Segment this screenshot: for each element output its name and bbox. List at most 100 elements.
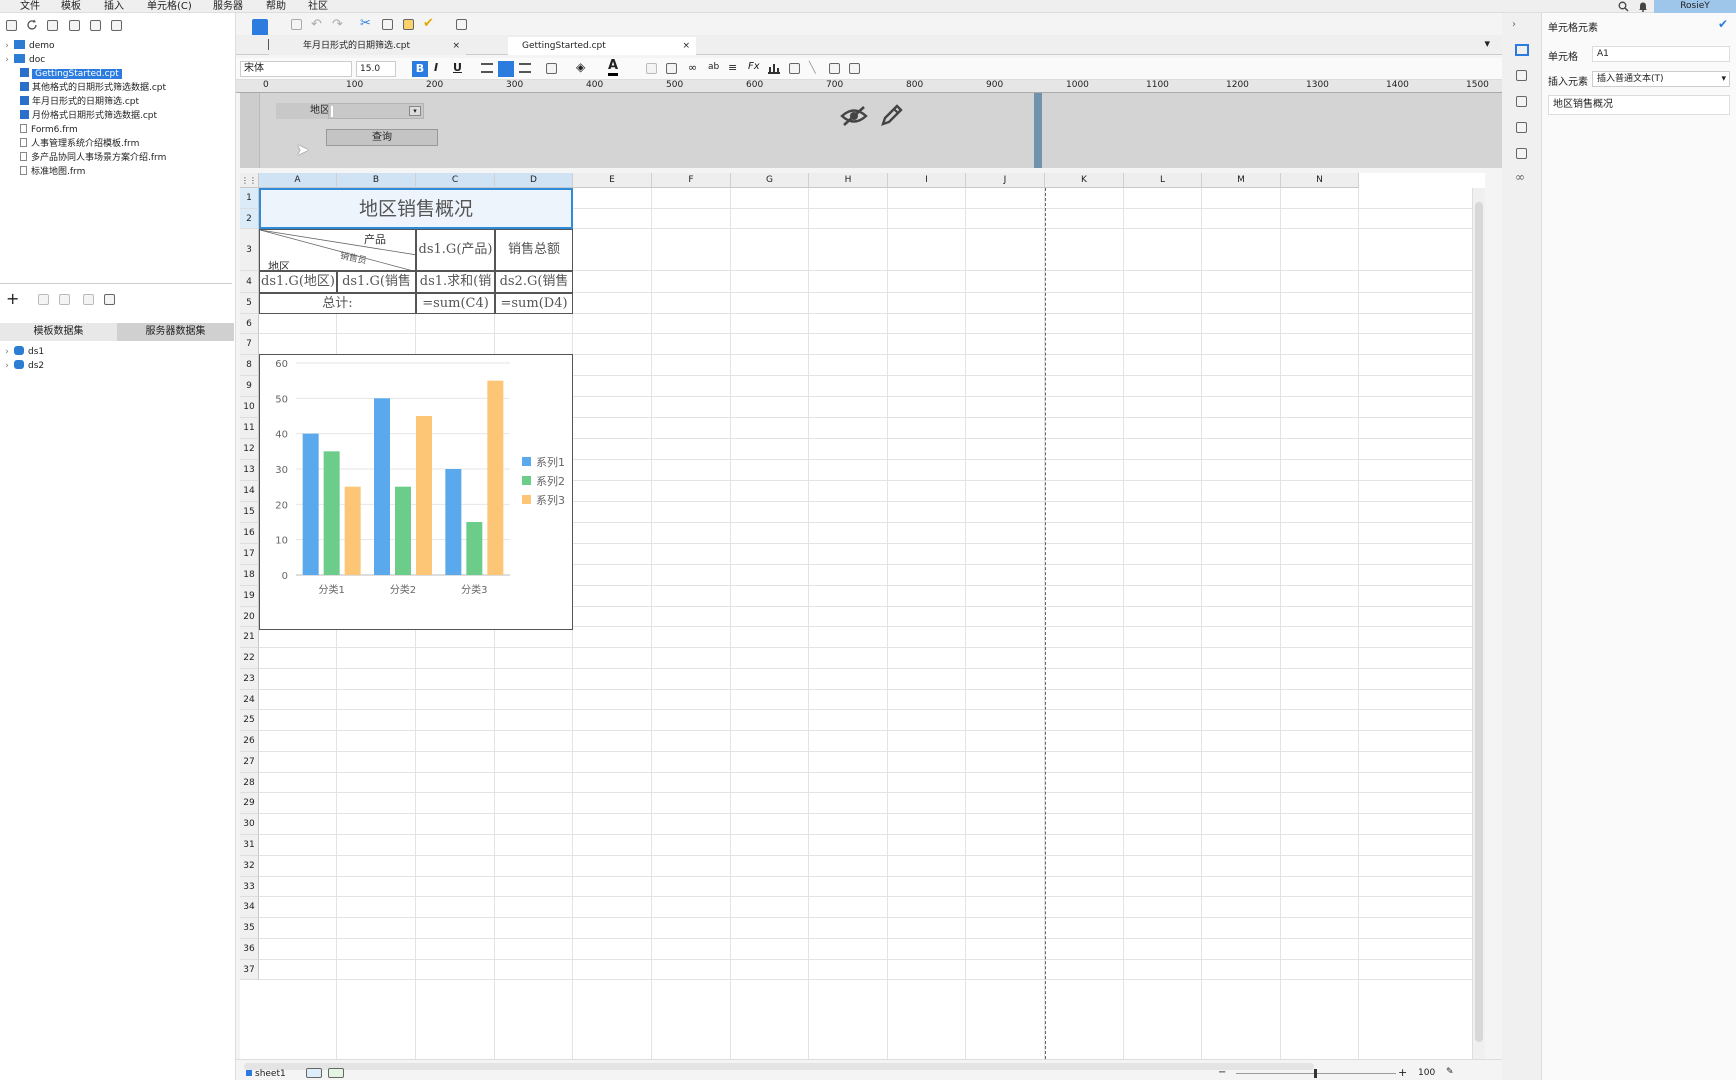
cell-a1-title[interactable]: 地区销售概况: [259, 188, 573, 229]
row-header[interactable]: 20: [240, 607, 259, 627]
cell-element-tab-icon[interactable]: [1515, 44, 1529, 56]
new-folder-icon[interactable]: [6, 20, 17, 31]
row-header[interactable]: 7: [240, 334, 259, 355]
column-header[interactable]: A: [259, 173, 337, 188]
tree-item[interactable]: 多产品协同人事场景方案介绍.frm: [0, 151, 236, 165]
format-painter-icon[interactable]: ✔: [423, 16, 434, 31]
underline-button[interactable]: U: [453, 61, 462, 74]
row-header[interactable]: 4: [240, 271, 259, 293]
row-header[interactable]: 37: [240, 960, 259, 980]
insert-image-icon[interactable]: [789, 63, 800, 74]
row-header[interactable]: 23: [240, 669, 259, 690]
menu-help[interactable]: 帮助: [266, 0, 286, 13]
row-header[interactable]: 19: [240, 586, 259, 607]
column-header[interactable]: E: [573, 173, 652, 188]
column-header[interactable]: B: [337, 173, 416, 188]
row-header[interactable]: 15: [240, 502, 259, 523]
column-header[interactable]: G: [731, 173, 809, 188]
tab-template-dataset[interactable]: 模板数据集: [0, 323, 117, 341]
cut-icon[interactable]: ✂: [360, 16, 371, 31]
row-header[interactable]: 28: [240, 773, 259, 793]
edit-template-icon[interactable]: [69, 20, 80, 31]
vertical-scroll-thumb[interactable]: [1475, 202, 1483, 1042]
row-header[interactable]: 14: [240, 481, 259, 502]
row-header[interactable]: 6: [240, 314, 259, 334]
row-header[interactable]: 8: [240, 355, 259, 376]
tree-item-selected[interactable]: GettingStarted.cpt: [0, 67, 236, 81]
query-button[interactable]: 查询: [326, 129, 438, 146]
confirm-check-icon[interactable]: ✔: [1718, 17, 1728, 31]
menu-server[interactable]: 服务器: [213, 0, 243, 13]
insert-slash-icon[interactable]: ╲: [809, 61, 816, 74]
menu-file[interactable]: 文件: [20, 0, 40, 13]
condition-attribute-tab-icon[interactable]: [1516, 148, 1527, 159]
row-header[interactable]: 2: [240, 209, 259, 229]
tree-item[interactable]: 月份格式日期形式筛选数据.cpt: [0, 109, 236, 123]
horizontal-scrollbar[interactable]: [244, 1063, 1314, 1070]
insert-richtext-icon[interactable]: ≡: [728, 61, 737, 74]
zoom-settings-icon[interactable]: ✎: [1446, 1067, 1454, 1077]
row-header[interactable]: 30: [240, 814, 259, 835]
open-template-icon[interactable]: [47, 20, 58, 31]
zoom-value[interactable]: 100: [1418, 1068, 1435, 1078]
add-dashboard-sheet-icon[interactable]: [328, 1068, 344, 1078]
zoom-out-icon[interactable]: −: [1218, 1067, 1226, 1078]
align-center-icon[interactable]: [498, 61, 514, 77]
copy-dataset-icon[interactable]: [83, 294, 94, 305]
hyperlink-tab-icon[interactable]: ∞: [1515, 170, 1525, 184]
cell-c3[interactable]: ds1.G(产品): [416, 229, 495, 271]
tree-item[interactable]: 年月日形式的日期筛选.cpt: [0, 95, 236, 109]
row-header[interactable]: 9: [240, 376, 259, 397]
dataset-item[interactable]: › ds1: [0, 345, 236, 359]
cell-a4[interactable]: ds1.G(地区): [259, 271, 337, 293]
insert-hyperlink-icon[interactable]: ∞: [688, 61, 697, 74]
redo-icon[interactable]: ↷: [332, 17, 343, 32]
dropdown-arrow-icon[interactable]: ▾: [409, 106, 421, 116]
column-header[interactable]: I: [888, 173, 966, 188]
delete-icon[interactable]: [90, 20, 101, 31]
copy-icon[interactable]: [382, 19, 393, 30]
zoom-in-icon[interactable]: +: [1398, 1066, 1407, 1079]
align-left-icon[interactable]: [481, 63, 493, 73]
row-header[interactable]: 31: [240, 835, 259, 856]
cell-content-input[interactable]: 地区销售概况: [1548, 95, 1730, 115]
column-header[interactable]: J: [966, 173, 1045, 188]
row-header[interactable]: 21: [240, 627, 259, 648]
column-header[interactable]: F: [652, 173, 731, 188]
float-element-tab-icon[interactable]: [1516, 96, 1527, 107]
chart-cell[interactable]: 0 10 20 30 40 50 60 分类1 分类2 分类3 系列1 系列2 系列3: [259, 354, 573, 630]
border-icon[interactable]: [546, 63, 557, 74]
row-header[interactable]: 36: [240, 939, 259, 960]
italic-button[interactable]: I: [434, 61, 438, 74]
user-badge[interactable]: RosieY: [1654, 0, 1736, 13]
preview-dataset-icon[interactable]: [104, 294, 115, 305]
expand-icon[interactable]: ›: [0, 53, 14, 67]
column-header[interactable]: N: [1281, 173, 1359, 188]
insert-formula-icon[interactable]: Fx: [748, 61, 760, 72]
align-right-icon[interactable]: [519, 63, 531, 73]
row-header[interactable]: 16: [240, 523, 259, 544]
edit-pencil-icon[interactable]: [880, 103, 904, 130]
delete-dataset-icon[interactable]: [59, 294, 70, 305]
row-header[interactable]: 3: [240, 229, 259, 271]
add-dataset-icon[interactable]: +: [6, 290, 19, 308]
row-header[interactable]: 33: [240, 877, 259, 897]
row-header[interactable]: 1: [240, 188, 259, 209]
font-color-icon[interactable]: A: [608, 59, 619, 76]
column-header[interactable]: L: [1124, 173, 1202, 188]
merge-cells-icon[interactable]: [666, 63, 677, 74]
widget-settings-tab-icon[interactable]: [1516, 122, 1527, 133]
tab-server-dataset[interactable]: 服务器数据集: [117, 323, 234, 341]
row-header[interactable]: 5: [240, 293, 259, 314]
font-size-select[interactable]: 15.0: [356, 61, 396, 77]
copy-icon[interactable]: [111, 20, 122, 31]
bold-button[interactable]: B: [412, 61, 428, 77]
zoom-slider-thumb[interactable]: [1314, 1069, 1317, 1078]
zoom-slider[interactable]: [1236, 1069, 1396, 1078]
hide-eye-icon[interactable]: [840, 105, 868, 130]
cell-a3-slash[interactable]: 产品 销售员 地区: [259, 229, 416, 271]
row-header[interactable]: 10: [240, 397, 259, 418]
row-header[interactable]: 32: [240, 856, 259, 877]
row-header[interactable]: 17: [240, 544, 259, 565]
font-family-select[interactable]: 宋体: [240, 61, 352, 77]
